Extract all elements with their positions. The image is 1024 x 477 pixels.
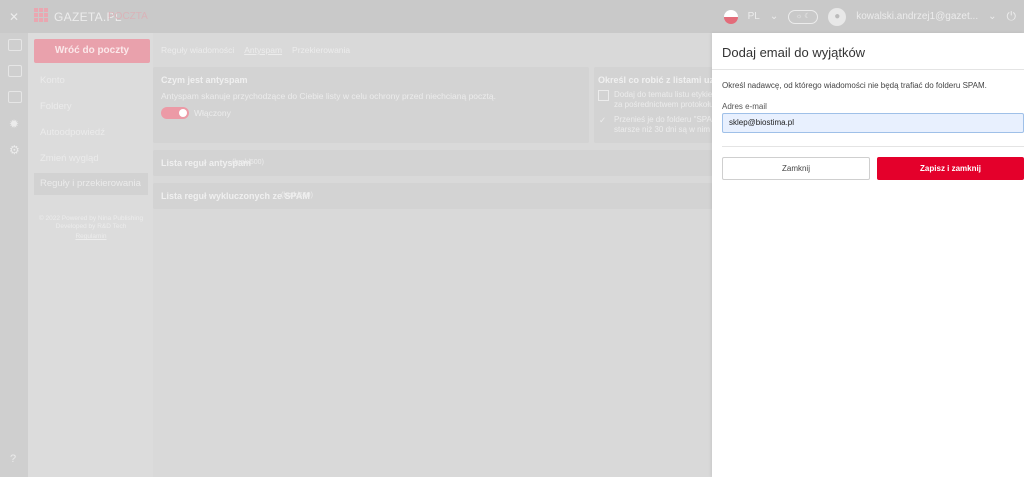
spam-options-card: Określ co robić z listami uznanym Dodaj …: [594, 67, 713, 143]
close-icon[interactable]: ✕: [9, 10, 19, 24]
back-to-mail-button[interactable]: Wróć do poczty: [34, 39, 150, 63]
help-icon[interactable]: ?: [10, 453, 16, 465]
footer-powered-by: © 2022 Powered by Nina Publishing: [38, 215, 144, 222]
tab-forwarding[interactable]: Przekierowania: [292, 45, 350, 55]
antispam-toggle[interactable]: [161, 107, 189, 119]
divider: [712, 69, 1024, 70]
sidebar-footer: © 2022 Powered by Nina Publishing Develo…: [34, 215, 148, 241]
close-button[interactable]: Zamknij: [722, 157, 870, 180]
user-email[interactable]: kowalski.andrzej1@gazet...: [856, 11, 978, 22]
theme-toggle[interactable]: ☼ ☾: [788, 9, 819, 24]
top-right-controls: PL ⌄ ☼ ☾ ● kowalski.andrzej1@gazet... ⌄ …: [723, 0, 1024, 33]
flag-icon[interactable]: [723, 9, 738, 24]
language-selector[interactable]: PL: [748, 11, 760, 22]
settings-icon[interactable]: ⚙: [9, 143, 20, 157]
sidebar-item-rules[interactable]: Reguły i przekierowania: [34, 173, 148, 195]
antispam-toggle-label: Włączony: [194, 108, 231, 118]
sun-icon[interactable]: ✹: [9, 117, 19, 131]
antispam-card-title: Czym jest antyspam: [161, 75, 248, 85]
add-label-checkbox[interactable]: [598, 90, 609, 101]
save-and-close-button[interactable]: Zapisz i zamknij: [877, 157, 1024, 180]
calendar-icon[interactable]: [8, 65, 22, 77]
antispam-rules-list[interactable]: Lista reguł antyspam (brak/500): [153, 150, 713, 176]
tab-antispam[interactable]: Antyspam: [244, 45, 282, 55]
avatar[interactable]: ●: [828, 7, 847, 26]
check-icon[interactable]: ✓: [599, 115, 606, 126]
top-bar: ✕ GAZETA.PL POCZTA PL ⌄ ☼ ☾ ● kowalski.a…: [0, 0, 1024, 33]
add-exception-drawer: Dodaj email do wyjątków Określ nadawcę, …: [712, 33, 1024, 477]
footer-terms-link[interactable]: Regulamin: [34, 233, 148, 241]
antispam-info-card: Czym jest antyspam Antyspam skanuje przy…: [153, 67, 589, 143]
antispam-toggle-row: Włączony: [161, 107, 231, 119]
tab-message-rules[interactable]: Reguły wiadomości: [161, 45, 234, 55]
logo-subtitle: POCZTA: [108, 11, 148, 22]
sidebar-item-folders[interactable]: Foldery: [34, 96, 148, 118]
option-add-label: Dodaj do tematu listu etykiet: [614, 90, 713, 99]
footer-developed-by: Developed by R&D Tech: [55, 223, 127, 230]
main-content: Reguły wiadomości Antyspam Przekierowani…: [153, 33, 713, 477]
option-move-spam: Przenieś je do folderu "SPAM: [614, 115, 713, 124]
settings-tabs: Reguły wiadomości Antyspam Przekierowani…: [161, 45, 350, 55]
mail-icon[interactable]: [8, 39, 22, 51]
option-move-spam-cont: starsze niż 30 dni są w nim a: [614, 125, 713, 134]
option-add-label-cont: za pośrednictwem protokołu: [614, 100, 713, 109]
drawer-title: Dodaj email do wyjątków: [722, 45, 866, 60]
email-field[interactable]: sklep@biostima.pl: [722, 113, 1024, 133]
logo-icon: [34, 8, 48, 22]
power-icon[interactable]: ⏻: [1007, 9, 1017, 24]
chevron-down-icon[interactable]: ⌄: [770, 11, 778, 22]
left-rail: ✹ ⚙ ?: [0, 33, 28, 477]
sidebar-item-autoreply[interactable]: Autoodpowiedź: [34, 122, 148, 144]
settings-sidebar: Wróć do poczty Konto Foldery Autoodpowie…: [28, 33, 153, 477]
rules-list-count: (brak/500): [232, 159, 264, 166]
sidebar-item-appearance[interactable]: Zmień wygląd: [34, 148, 148, 170]
antispam-card-text: Antyspam skanuje przychodzące do Ciebie …: [161, 91, 496, 101]
sidebar-item-account[interactable]: Konto: [34, 70, 148, 92]
chevron-down-icon[interactable]: ⌄: [988, 11, 996, 22]
exclusions-list-count: (brak/500): [281, 192, 313, 199]
drawer-description: Określ nadawcę, od którego wiadomości ni…: [722, 81, 987, 90]
contacts-icon[interactable]: [8, 91, 22, 103]
spam-options-title: Określ co robić z listami uznanym: [598, 75, 713, 85]
divider: [722, 146, 1024, 147]
email-field-label: Adres e-mail: [722, 102, 767, 111]
spam-exclusions-list[interactable]: Lista reguł wykluczonych ze SPAM (brak/5…: [153, 183, 713, 209]
